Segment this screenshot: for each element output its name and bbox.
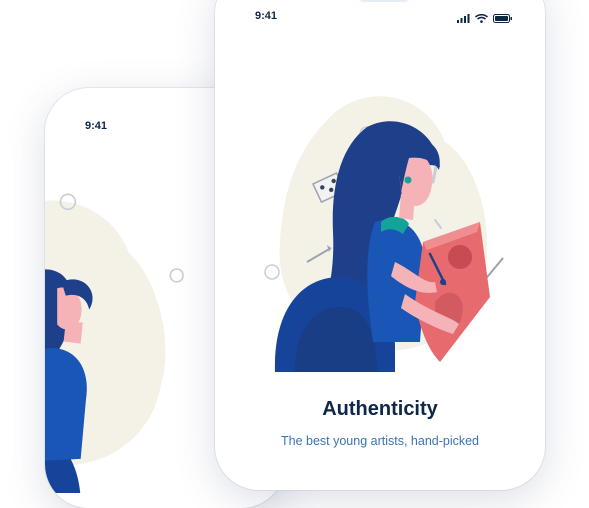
status-time: 9:41 xyxy=(255,10,278,22)
onboarding-title: Authenticity xyxy=(322,398,438,420)
wifi-icon xyxy=(474,10,489,28)
battery-icon xyxy=(493,10,513,28)
artist-illustration xyxy=(45,193,184,493)
artist-illustration xyxy=(264,96,504,372)
signal-icon xyxy=(457,10,470,28)
speaker-notch xyxy=(360,0,408,2)
status-time: 9:41 xyxy=(85,120,108,132)
onboarding-subtitle: The best young artists, hand-picked xyxy=(280,434,480,448)
front-phone-screen: 9:41 Authenticity The best young artists… xyxy=(215,0,545,490)
status-icons xyxy=(457,10,513,28)
